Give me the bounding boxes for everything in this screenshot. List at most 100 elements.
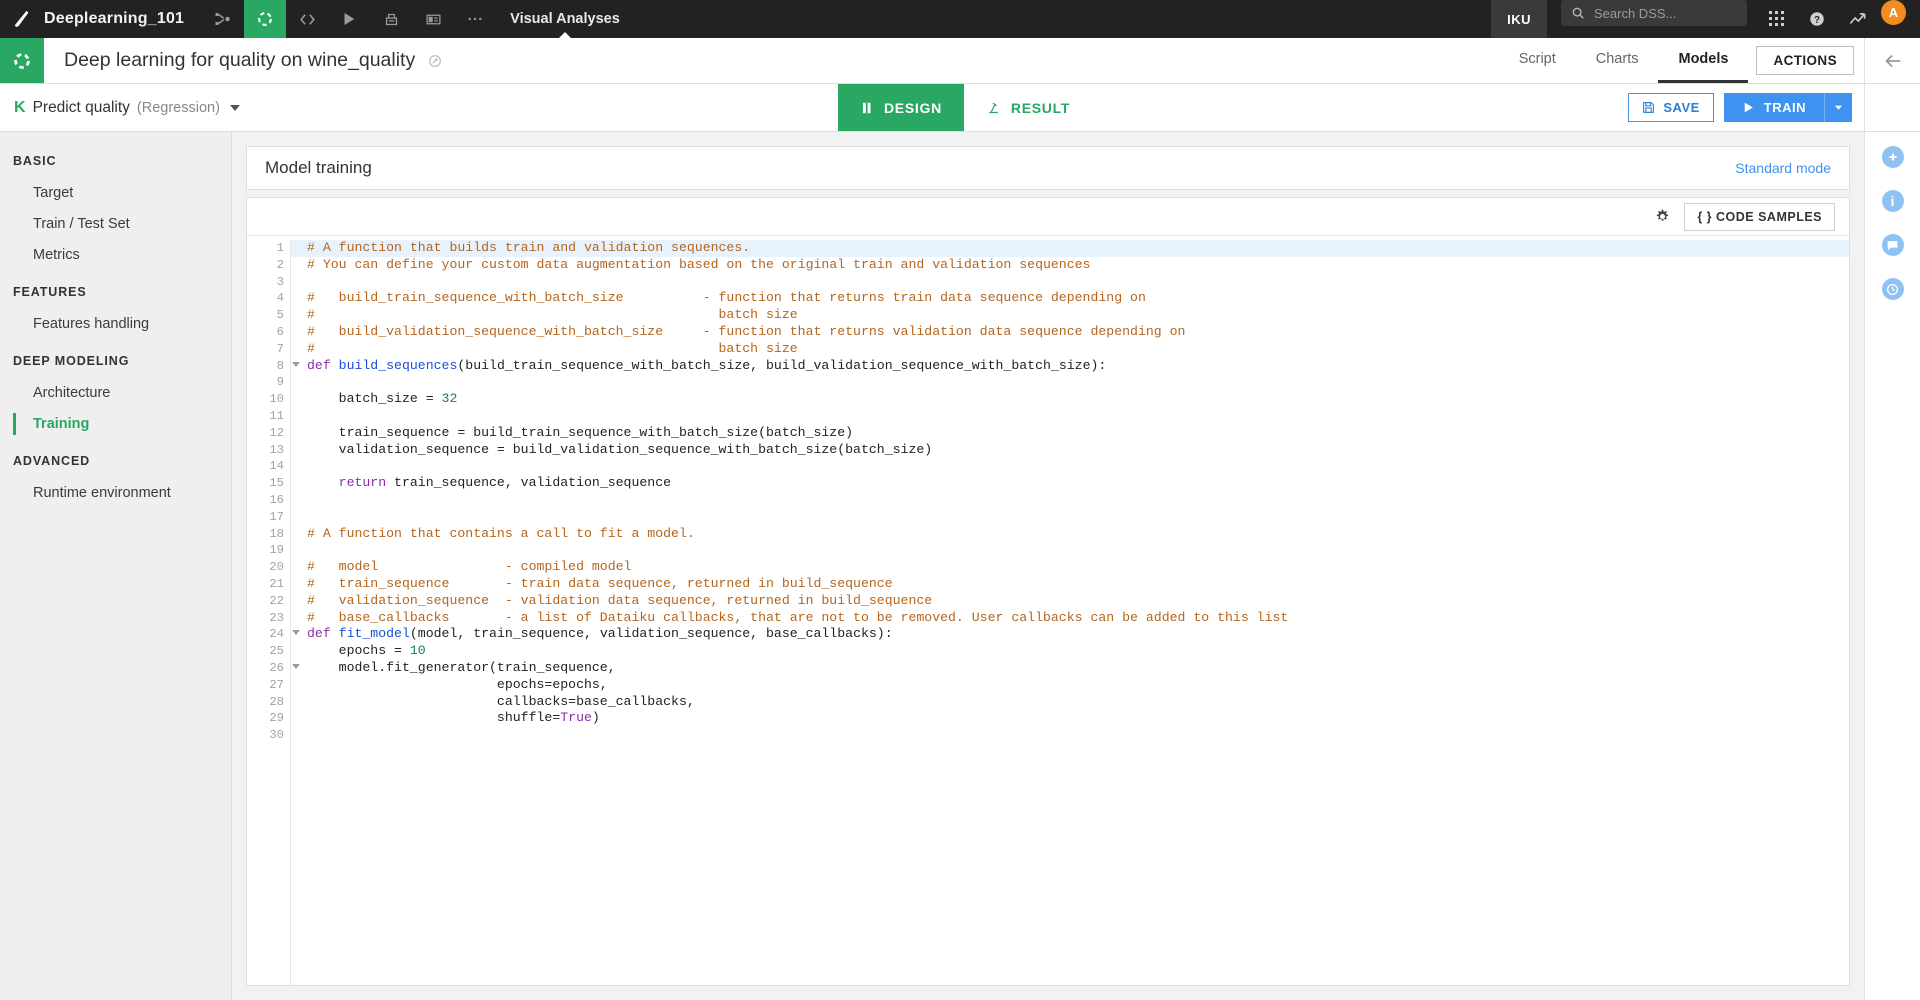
code-line[interactable]: # You can define your custom data augmen…	[307, 257, 1849, 274]
code-line[interactable]: # base_callbacks - a list of Dataiku cal…	[307, 610, 1849, 627]
code-line[interactable]: train_sequence = build_train_sequence_wi…	[307, 425, 1849, 442]
code-line[interactable]	[307, 727, 1849, 744]
code-line[interactable]: return train_sequence, validation_sequen…	[307, 475, 1849, 492]
sidebar-item-train-test-set[interactable]: Train / Test Set	[0, 209, 231, 240]
code-line[interactable]	[307, 492, 1849, 509]
line-number: 16	[269, 492, 284, 507]
code-line[interactable]	[307, 274, 1849, 291]
line-number: 11	[269, 408, 284, 423]
code-line[interactable]: # batch size	[307, 341, 1849, 358]
search-icon	[1572, 7, 1584, 19]
history-icon[interactable]	[1881, 278, 1904, 300]
code-token: # base_callbacks - a list of Dataiku cal…	[307, 609, 1289, 625]
jobs-play-icon[interactable]	[328, 0, 370, 38]
code-line[interactable]: # build_validation_sequence_with_batch_s…	[307, 324, 1849, 341]
analysis-toolbar: K Predict quality (Regression) DESIGN RE…	[0, 84, 1920, 132]
help-icon[interactable]: ?	[1797, 0, 1837, 38]
notebooks-icon[interactable]	[370, 0, 412, 38]
sidebar-item-architecture[interactable]: Architecture	[0, 378, 231, 409]
code-samples-button[interactable]: { } CODE SAMPLES	[1684, 202, 1835, 231]
design-result-switch: DESIGN RESULT	[838, 84, 1092, 131]
code-line[interactable]	[307, 408, 1849, 425]
save-button[interactable]: SAVE	[1628, 93, 1714, 122]
plus-icon[interactable]	[1881, 146, 1904, 168]
dataiku-logo-icon[interactable]	[0, 0, 44, 38]
apps-grid-icon[interactable]	[1757, 0, 1797, 38]
tab-result[interactable]: RESULT	[964, 84, 1092, 131]
sidebar-item-training[interactable]: Training	[0, 409, 231, 440]
code-icon[interactable]	[286, 0, 328, 38]
standard-mode-link[interactable]: Standard mode	[1735, 160, 1831, 176]
tab-design[interactable]: DESIGN	[838, 84, 964, 131]
code-line[interactable]: epochs=epochs,	[307, 677, 1849, 694]
code-line[interactable]: def fit_model(model, train_sequence, val…	[307, 626, 1849, 643]
code-line[interactable]: shuffle=True)	[307, 710, 1849, 727]
save-icon	[1643, 102, 1655, 113]
tab-charts-label: Charts	[1595, 51, 1639, 67]
code-line[interactable]: model.fit_generator(train_sequence,	[307, 660, 1849, 677]
sidebar-item-label: Features handling	[33, 316, 150, 332]
code-line[interactable]: # batch size	[307, 307, 1849, 324]
code-lines[interactable]: # A function that builds train and valid…	[291, 240, 1849, 985]
code-line[interactable]	[307, 542, 1849, 559]
more-icon[interactable]	[454, 0, 496, 38]
code-line[interactable]: # A function that builds train and valid…	[291, 240, 1849, 257]
project-name[interactable]: Deeplearning_101	[44, 0, 202, 38]
comment-icon[interactable]	[1881, 234, 1904, 256]
sidebar-item-features-handling[interactable]: Features handling	[0, 309, 231, 340]
instance-badge[interactable]: IKU	[1491, 0, 1547, 38]
analyses-icon[interactable]	[244, 0, 287, 38]
activity-trend-icon[interactable]	[1837, 0, 1877, 38]
code-token: # You can define your custom data augmen…	[307, 256, 1091, 272]
dashboards-icon[interactable]	[412, 0, 454, 38]
tab-result-label: RESULT	[1010, 99, 1071, 116]
code-token: )	[591, 710, 600, 726]
sidebar-item-runtime-environment[interactable]: Runtime environment	[0, 478, 231, 509]
code-editor[interactable]: 1 2 3 4 5 6 7 8 9 10 11 12 13 14 15 16 17 18 19 20 21 22 23 24 2…	[247, 236, 1849, 985]
model-task-selector[interactable]: K Predict quality (Regression)	[0, 99, 240, 117]
code-line[interactable]: # validation_sequence - validation data …	[307, 593, 1849, 610]
tab-models[interactable]: Models	[1658, 38, 1749, 83]
section-title: Model training	[265, 158, 372, 177]
line-number: 12	[269, 425, 284, 440]
avatar[interactable]: A	[1881, 0, 1906, 25]
microscope-icon	[989, 102, 998, 114]
code-line[interactable]: callbacks=base_callbacks,	[307, 694, 1849, 711]
line-number: 2	[276, 257, 284, 272]
flow-icon[interactable]	[202, 0, 244, 38]
code-line[interactable]: validation_sequence = build_validation_s…	[307, 442, 1849, 459]
code-line[interactable]: # train_sequence - train data sequence, …	[307, 576, 1849, 593]
code-line[interactable]	[307, 374, 1849, 391]
code-line[interactable]: epochs = 10	[307, 643, 1849, 660]
code-line[interactable]: # build_train_sequence_with_batch_size -…	[307, 290, 1849, 307]
line-number: 18	[269, 526, 284, 541]
collapse-rail-button[interactable]	[1864, 38, 1920, 83]
code-line[interactable]: # model - compiled model	[307, 559, 1849, 576]
code-line[interactable]	[307, 509, 1849, 526]
code-line[interactable]	[307, 458, 1849, 475]
search-input[interactable]: Search DSS...	[1561, 0, 1747, 26]
sidebar-item-label: Architecture	[33, 385, 111, 401]
project-tabs: Script Charts Models ACTIONS	[1499, 38, 1864, 83]
code-editor-card: { } CODE SAMPLES 1 2 3 4 5 6 7 8 9 10 11 12 13 14 15 16…	[246, 197, 1850, 986]
train-dropdown-button[interactable]	[1824, 93, 1852, 122]
line-number: 8	[247, 358, 300, 375]
save-button-label: SAVE	[1663, 100, 1700, 115]
settings-gear-button[interactable]	[1655, 209, 1670, 224]
train-button[interactable]: TRAIN	[1723, 93, 1824, 122]
tab-charts[interactable]: Charts	[1576, 38, 1659, 83]
right-rail: i	[1864, 132, 1920, 1000]
line-number: 9	[276, 375, 284, 390]
section-breadcrumb[interactable]: Visual Analyses	[496, 0, 634, 39]
sidebar-item-target[interactable]: Target	[0, 178, 231, 209]
code-line[interactable]: def build_sequences(build_train_sequence…	[307, 358, 1849, 375]
code-line[interactable]: # A function that contains a call to fit…	[307, 526, 1849, 543]
search-placeholder: Search DSS...	[1594, 5, 1677, 21]
sidebar-item-metrics[interactable]: Metrics	[0, 240, 231, 271]
code-line[interactable]: batch_size = 32	[307, 391, 1849, 408]
tab-script[interactable]: Script	[1499, 38, 1576, 83]
actions-button[interactable]: ACTIONS	[1756, 46, 1854, 75]
info-icon[interactable]: i	[1881, 190, 1904, 212]
code-token: # model - compiled model	[307, 559, 632, 575]
